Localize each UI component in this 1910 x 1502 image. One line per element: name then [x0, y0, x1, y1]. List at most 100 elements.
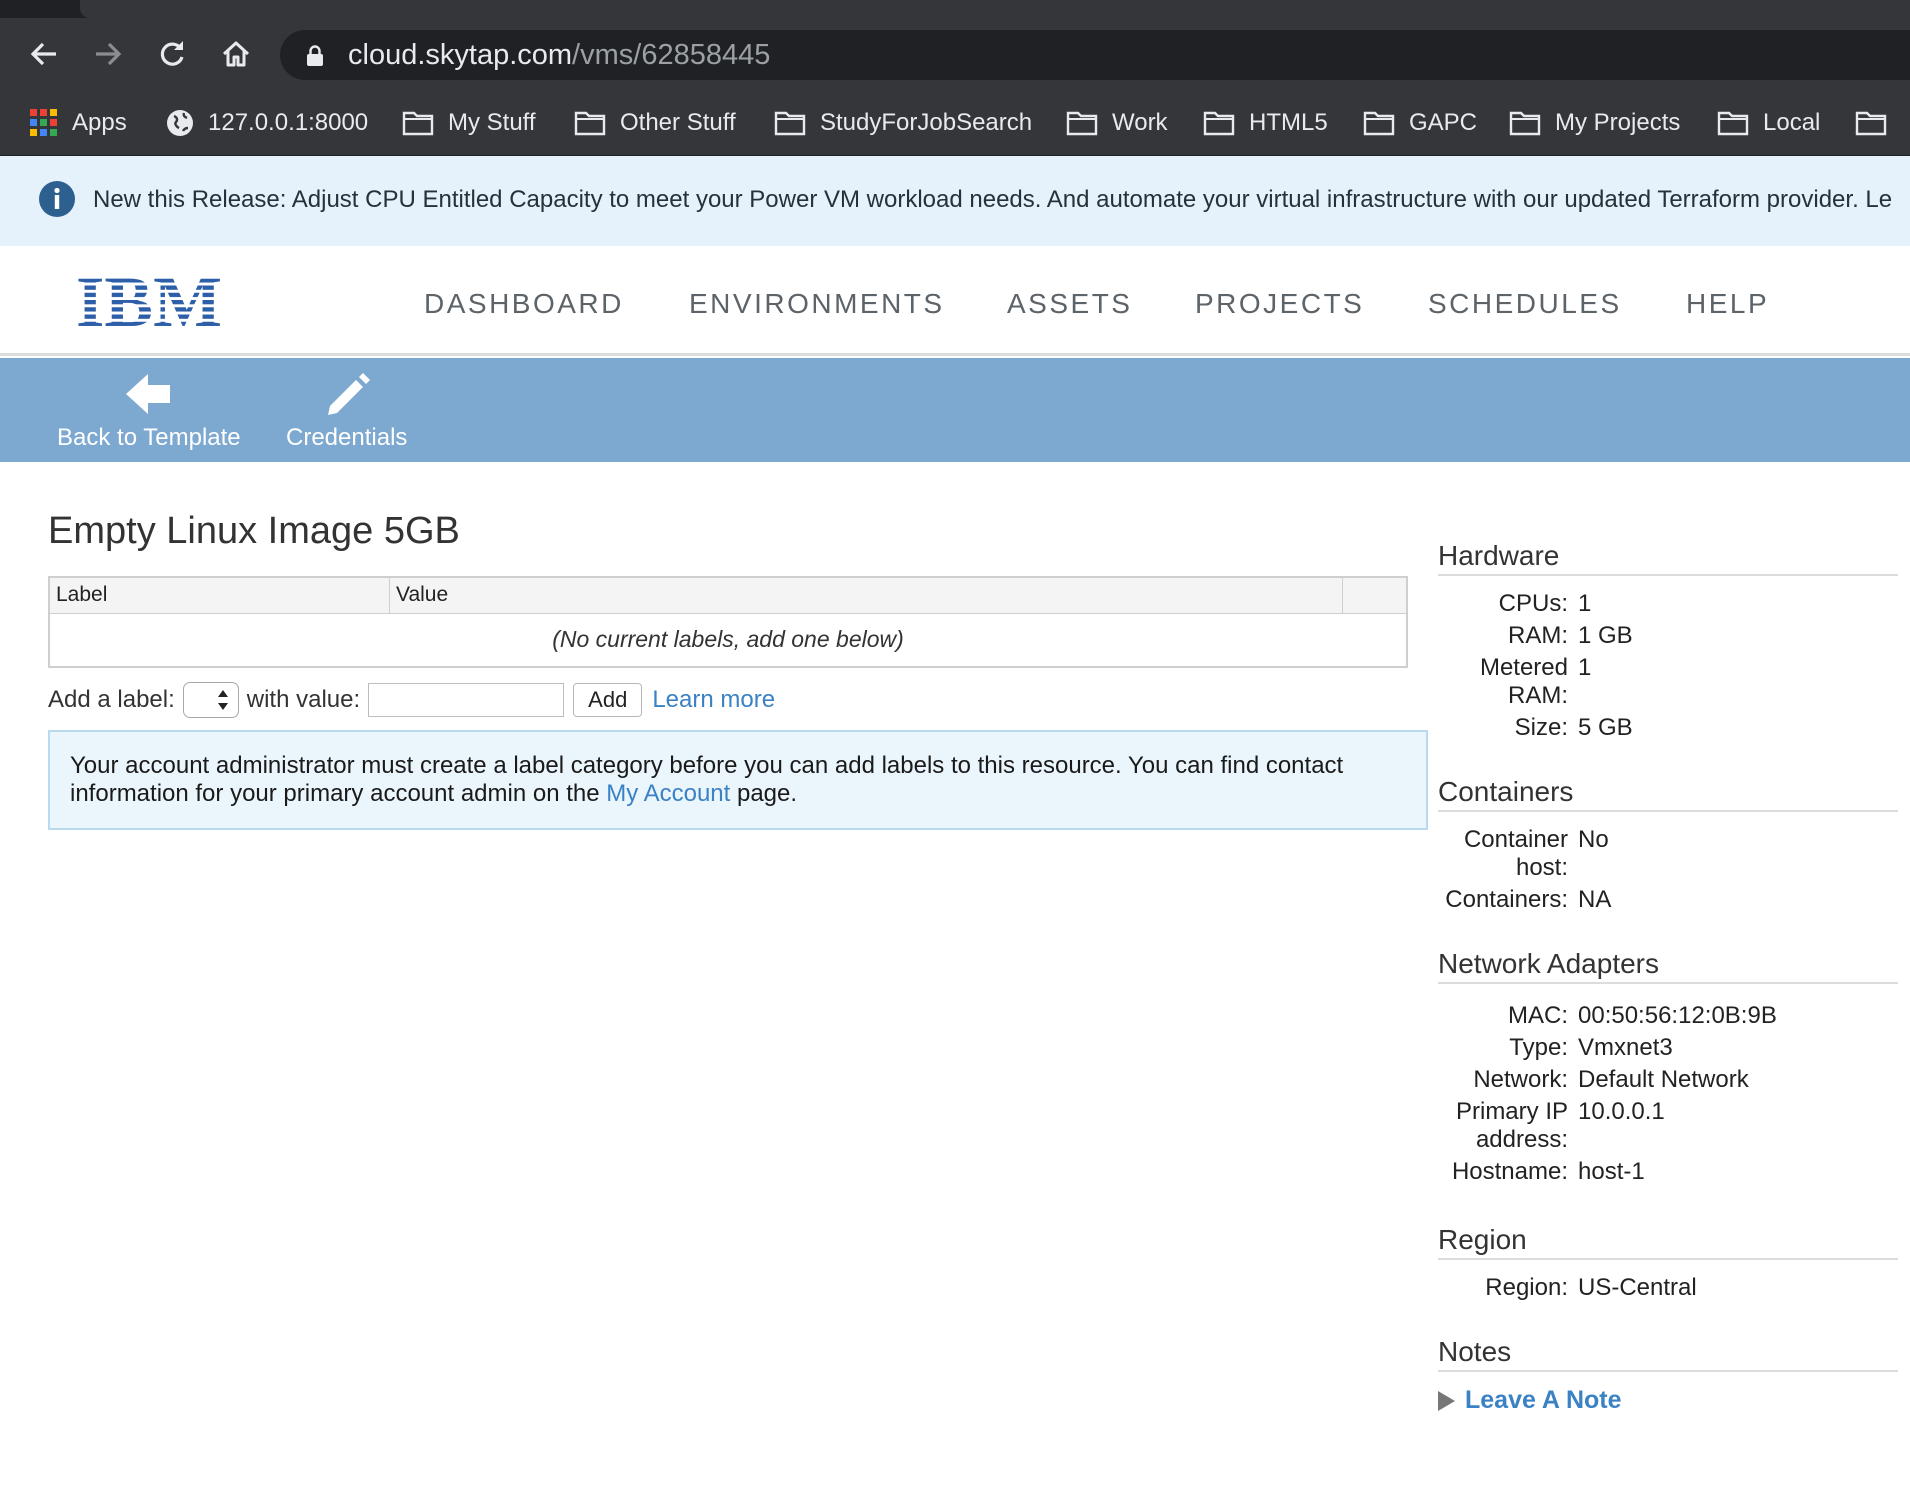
bookmark-folder-html5[interactable]: HTML5: [1203, 107, 1328, 139]
forward-arrow-icon[interactable]: [88, 34, 128, 74]
hw-size-row: Size: 5 GB: [1438, 714, 1898, 742]
notes-heading: Notes: [1438, 1336, 1898, 1372]
bookmark-folder-local[interactable]: Local: [1717, 107, 1820, 139]
net-ip-key: Primary IP address:: [1455, 1098, 1568, 1153]
url-text[interactable]: cloud.skytap.com/vms/62858445: [348, 39, 770, 71]
nav-dashboard[interactable]: DASHBOARD: [424, 288, 624, 320]
active-tab[interactable]: [80, 0, 1910, 18]
net-network-value: Default Network: [1578, 1066, 1749, 1093]
back-arrow-icon: [125, 374, 170, 414]
folder-icon: [1363, 111, 1395, 136]
net-hostname-key: Hostname:: [1451, 1158, 1568, 1185]
bookmark-folder-more[interactable]: [1855, 107, 1901, 139]
hardware-heading: Hardware: [1438, 540, 1898, 576]
hw-ram-value: 1 GB: [1578, 622, 1633, 649]
nav-environments[interactable]: ENVIRONMENTS: [689, 288, 945, 320]
bookmark-localhost[interactable]: 127.0.0.1:8000: [166, 107, 368, 139]
lock-icon: [307, 45, 323, 66]
bookmark-label: Other Stuff: [620, 109, 736, 136]
region-key: Region:: [1485, 1274, 1568, 1301]
nav-assets[interactable]: ASSETS: [1007, 288, 1132, 320]
bookmark-label: Work: [1112, 109, 1168, 136]
url-host: cloud.skytap.com: [348, 39, 573, 71]
net-mac-value: 00:50:56:12:0B:9B: [1578, 1002, 1777, 1029]
hw-ram-key: RAM:: [1508, 622, 1568, 649]
hw-cpus-value: 1: [1578, 590, 1592, 617]
bookmarks-bar: Apps 127.0.0.1:8000 My Stuff Other Stuff…: [0, 90, 1910, 156]
containers-section: Containers Container host: No Containers:…: [1438, 776, 1898, 914]
ibm-logo[interactable]: IBM: [75, 271, 223, 329]
net-network-row: Network: Default Network: [1438, 1066, 1898, 1094]
bookmark-folder-gapc[interactable]: GAPC: [1363, 107, 1477, 139]
nav-help[interactable]: HELP: [1686, 288, 1769, 320]
containers-row: Containers: NA: [1438, 886, 1898, 914]
hardware-section: Hardware CPUs: 1 RAM: 1 GB Metered RAM: 1 S…: [1438, 540, 1898, 742]
bookmark-apps[interactable]: Apps: [30, 107, 127, 139]
containers-key: Containers:: [1445, 886, 1568, 913]
net-ip-row: Primary IP address: 10.0.0.1: [1438, 1098, 1898, 1154]
network-adapters-heading: Network Adapters: [1438, 948, 1898, 984]
action-bar: Back to Template Credentials: [0, 358, 1910, 462]
container-host-row: Container host: No: [1438, 826, 1898, 882]
credentials-button[interactable]: Credentials: [286, 370, 407, 452]
empty-labels-message: (No current labels, add one below): [552, 626, 904, 653]
bookmark-folder-my-stuff[interactable]: My Stuff: [402, 107, 536, 139]
hw-cpus-row: CPUs: 1: [1438, 590, 1898, 618]
hw-ram-row: RAM: 1 GB: [1438, 622, 1898, 650]
info-icon: [39, 181, 75, 217]
folder-icon: [774, 111, 806, 136]
browser-toolbar: cloud.skytap.com/vms/62858445: [0, 18, 1910, 90]
hw-metered-ram-key: Metered RAM:: [1479, 654, 1568, 709]
bookmark-folder-work[interactable]: Work: [1066, 107, 1168, 139]
folder-icon: [1509, 111, 1541, 136]
column-header-actions: [1342, 577, 1408, 614]
network-adapters-section: Network Adapters MAC: 00:50:56:12:0B:9B T…: [1438, 948, 1898, 1186]
my-account-link[interactable]: My Account: [606, 780, 730, 807]
add-label-button[interactable]: Add: [573, 683, 643, 717]
with-value-text: with value:: [246, 686, 361, 713]
region-value: US-Central: [1578, 1274, 1697, 1301]
bookmark-folder-study[interactable]: StudyForJobSearch: [774, 107, 1032, 139]
nav-schedules[interactable]: SCHEDULES: [1428, 288, 1622, 320]
region-heading: Region: [1438, 1224, 1898, 1260]
address-bar[interactable]: cloud.skytap.com/vms/62858445: [280, 30, 1910, 80]
hw-metered-ram-value: 1: [1578, 654, 1592, 681]
net-hostname-row: Hostname: host-1: [1438, 1158, 1898, 1186]
net-network-key: Network:: [1473, 1066, 1568, 1093]
back-arrow-icon[interactable]: [24, 34, 64, 74]
app-header: IBM DASHBOARD ENVIRONMENTS ASSETS PROJEC…: [0, 246, 1910, 356]
folder-icon: [574, 111, 606, 136]
label-value-input[interactable]: [368, 683, 565, 717]
release-banner: New this Release: Adjust CPU Entitled Ca…: [0, 156, 1910, 246]
bookmark-label: HTML5: [1249, 109, 1328, 136]
bookmark-label: My Projects: [1555, 109, 1681, 136]
hw-metered-ram-row: Metered RAM: 1: [1438, 654, 1898, 710]
select-arrows-icon: [217, 690, 228, 710]
reload-icon[interactable]: [152, 34, 192, 74]
net-mac-row: MAC: 00:50:56:12:0B:9B: [1438, 1002, 1898, 1030]
hw-size-key: Size:: [1514, 714, 1568, 741]
url-path: /vms/62858445: [572, 39, 771, 71]
add-label-text: Add a label:: [48, 686, 175, 713]
region-row: Region: US-Central: [1438, 1274, 1898, 1302]
label-category-select[interactable]: [182, 682, 239, 718]
leave-note-label: Leave A Note: [1465, 1386, 1622, 1414]
hw-size-value: 5 GB: [1578, 714, 1633, 741]
globe-icon: [167, 110, 193, 136]
bookmark-folder-my-projects[interactable]: My Projects: [1509, 107, 1680, 139]
back-to-template-button[interactable]: Back to Template: [57, 370, 241, 452]
net-mac-key: MAC:: [1508, 1002, 1568, 1029]
nav-projects[interactable]: PROJECTS: [1195, 288, 1364, 320]
net-type-value: Vmxnet3: [1578, 1034, 1673, 1061]
bookmark-label: Apps: [72, 109, 127, 136]
home-icon[interactable]: [216, 34, 256, 74]
label-category-notice: Your account administrator must create a…: [48, 730, 1428, 830]
learn-more-link[interactable]: Learn more: [652, 686, 775, 714]
column-header-value: Value: [389, 577, 1344, 614]
folder-icon: [1066, 111, 1098, 136]
bookmark-folder-other-stuff[interactable]: Other Stuff: [574, 107, 736, 139]
leave-note-link[interactable]: Leave A Note: [1438, 1386, 1898, 1415]
containers-value: NA: [1578, 886, 1612, 913]
container-host-key: Container host:: [1463, 826, 1568, 881]
net-ip-value: 10.0.0.1: [1578, 1098, 1665, 1125]
